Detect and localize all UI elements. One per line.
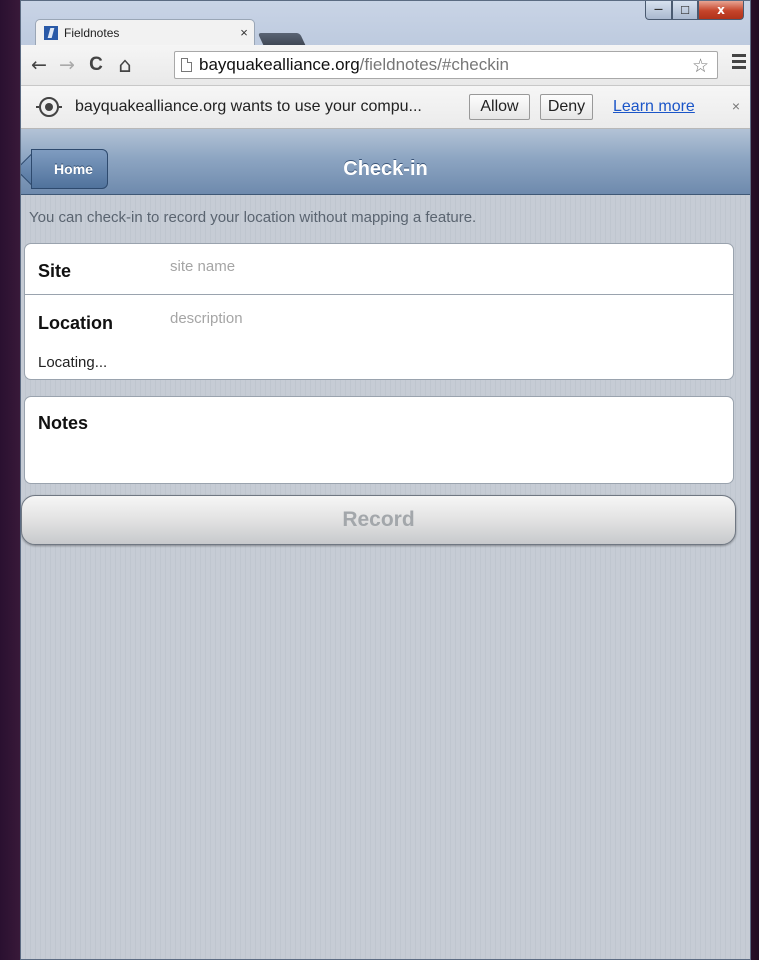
bookmark-star-icon[interactable]: ☆ — [692, 55, 709, 77]
intro-text: You can check-in to record your location… — [29, 209, 477, 226]
browser-toolbar: ← → C ⌂ bayquakealliance.org/fieldnotes/… — [21, 45, 750, 86]
home-icon[interactable]: ⌂ — [113, 53, 137, 77]
row-divider — [25, 294, 733, 295]
infobar-message: bayquakealliance.org wants to use your c… — [75, 98, 422, 115]
location-label: Location — [38, 313, 113, 333]
app-content: Home Check-in You can check-in to record… — [21, 129, 750, 959]
url-path: /fieldnotes/#checkin — [359, 55, 509, 74]
notes-label: Notes — [38, 413, 89, 433]
home-button[interactable]: Home — [31, 149, 108, 189]
allow-button[interactable]: Allow — [469, 94, 530, 120]
browser-window: — ☐ x Fieldnotes × ← → C ⌂ bayquakeallia… — [20, 0, 751, 960]
close-icon: x — [717, 3, 725, 17]
location-description-input[interactable] — [170, 310, 570, 327]
home-button-wrap: Home — [21, 129, 121, 194]
tab-close-icon[interactable]: × — [234, 25, 254, 40]
browser-tab[interactable]: Fieldnotes × — [35, 19, 255, 45]
maximize-icon: ☐ — [680, 3, 690, 17]
page-icon — [181, 58, 192, 72]
record-button-label: Record — [342, 508, 415, 531]
page-title: Check-in — [343, 158, 428, 180]
minimize-button[interactable]: — — [645, 1, 672, 20]
record-button[interactable]: Record — [21, 495, 736, 545]
back-arrow-icon[interactable]: ← — [27, 53, 51, 77]
infobar-close-icon[interactable]: × — [732, 98, 740, 114]
fieldnotes-favicon-icon — [44, 25, 58, 40]
tab-title: Fieldnotes — [64, 25, 120, 40]
deny-button[interactable]: Deny — [540, 94, 593, 120]
learn-more-link[interactable]: Learn more — [613, 98, 695, 116]
notes-card[interactable]: Notes — [24, 396, 734, 484]
url-domain: bayquakealliance.org — [199, 55, 360, 74]
geolocation-infobar: bayquakealliance.org wants to use your c… — [21, 86, 750, 129]
url-text: bayquakealliance.org/fieldnotes/#checkin — [199, 55, 509, 75]
home-button-label: Home — [54, 161, 93, 177]
minimize-icon: — — [654, 5, 663, 15]
maximize-button[interactable]: ☐ — [672, 1, 698, 20]
site-location-card: Site Location Locating... — [24, 243, 734, 380]
site-label: Site — [38, 261, 72, 281]
menu-icon[interactable] — [732, 54, 746, 72]
address-bar[interactable]: bayquakealliance.org/fieldnotes/#checkin… — [174, 51, 718, 79]
site-name-input[interactable] — [170, 258, 570, 275]
reload-icon[interactable]: C — [84, 53, 108, 77]
forward-arrow-icon[interactable]: → — [55, 53, 79, 77]
location-target-icon — [36, 97, 62, 117]
close-window-button[interactable]: x — [698, 1, 744, 20]
app-header: Home Check-in — [21, 129, 750, 195]
locating-status: Locating... — [38, 354, 108, 371]
window-controls: — ☐ x — [645, 1, 744, 21]
